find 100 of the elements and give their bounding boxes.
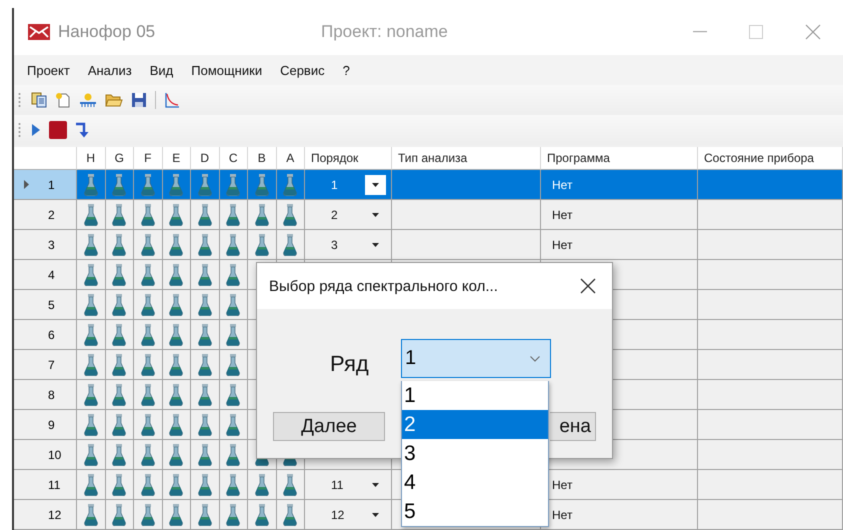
flask-icon bbox=[112, 174, 126, 196]
flask-icon bbox=[140, 384, 155, 406]
row-label: Ряд bbox=[330, 351, 369, 377]
flask-icon bbox=[84, 474, 98, 496]
caret-icon[interactable] bbox=[372, 512, 379, 516]
column-header[interactable]: B bbox=[248, 147, 276, 170]
flask-icon bbox=[283, 204, 298, 226]
order-select[interactable]: 11 bbox=[305, 470, 392, 500]
flask-icon bbox=[112, 474, 126, 496]
chart-curve-icon[interactable] bbox=[164, 92, 180, 108]
caret-icon[interactable] bbox=[372, 212, 379, 216]
flask-icon bbox=[112, 414, 126, 436]
flask-icon bbox=[226, 504, 240, 526]
flask-icon bbox=[84, 354, 98, 376]
dropdown-option[interactable]: 3 bbox=[402, 439, 548, 468]
table-cell: Нет bbox=[541, 230, 698, 260]
sun-rack-icon[interactable] bbox=[79, 92, 97, 108]
menu-item[interactable]: Вид bbox=[140, 60, 182, 80]
flask-icon bbox=[112, 294, 126, 316]
column-header[interactable]: A bbox=[276, 147, 305, 170]
flask-icon bbox=[226, 234, 240, 256]
flask-icon bbox=[140, 294, 155, 316]
column-header[interactable]: E bbox=[162, 147, 191, 170]
column-header[interactable]: Программа bbox=[541, 147, 698, 170]
order-select[interactable]: 1 bbox=[305, 170, 392, 200]
table-cell: Нет bbox=[541, 200, 698, 230]
row-number: 1 bbox=[48, 178, 55, 192]
column-header[interactable]: Порядок bbox=[305, 147, 392, 170]
new-document-icon[interactable] bbox=[55, 92, 71, 108]
menu-item[interactable]: Сервис bbox=[271, 60, 334, 80]
flask-icon bbox=[84, 264, 98, 286]
flask-icon bbox=[84, 234, 98, 256]
flask-icon bbox=[140, 234, 155, 256]
flask-icon bbox=[140, 444, 155, 466]
column-header[interactable]: F bbox=[134, 147, 162, 170]
flask-icon bbox=[112, 504, 126, 526]
next-button[interactable]: Далее bbox=[273, 412, 385, 441]
flask-icon bbox=[198, 324, 212, 346]
menu-item[interactable]: ? bbox=[334, 60, 359, 80]
row-header[interactable]: 1 bbox=[14, 170, 77, 200]
flask-icon bbox=[198, 474, 212, 496]
logo-icon bbox=[28, 24, 50, 40]
menu-item[interactable]: Анализ bbox=[78, 60, 141, 80]
play-icon[interactable] bbox=[31, 123, 41, 137]
flask-icon bbox=[112, 354, 126, 376]
flask-icon bbox=[140, 174, 155, 196]
column-header[interactable]: Тип анализа bbox=[392, 147, 541, 170]
flask-icon bbox=[169, 234, 184, 256]
flask-icon bbox=[84, 384, 98, 406]
close-icon[interactable] bbox=[580, 278, 596, 294]
menu-item[interactable]: Проект bbox=[18, 60, 79, 80]
column-header[interactable]: D bbox=[191, 147, 220, 170]
table-cell: Нет bbox=[541, 170, 698, 200]
flask-icon bbox=[254, 174, 269, 196]
order-select[interactable]: 12 bbox=[305, 500, 392, 530]
cancel-button[interactable]: ена bbox=[550, 412, 596, 441]
flask-icon bbox=[198, 294, 212, 316]
flask-icon bbox=[169, 354, 184, 376]
flask-icon bbox=[112, 324, 126, 346]
flask-icon bbox=[254, 234, 269, 256]
flask-icon bbox=[226, 444, 240, 466]
flask-icon bbox=[112, 204, 126, 226]
order-select[interactable]: 3 bbox=[305, 230, 392, 260]
flask-icon bbox=[226, 414, 240, 436]
caret-icon[interactable] bbox=[372, 182, 379, 186]
flask-icon bbox=[226, 384, 240, 406]
column-header[interactable]: C bbox=[220, 147, 248, 170]
flask-icon bbox=[226, 354, 240, 376]
dropdown-option[interactable]: 2 bbox=[402, 410, 548, 439]
flask-icon bbox=[283, 174, 298, 196]
menu-item[interactable]: Помощники bbox=[182, 60, 272, 80]
column-header[interactable]: G bbox=[106, 147, 134, 170]
folder-open-icon[interactable] bbox=[105, 92, 123, 108]
row-number: 2 bbox=[48, 208, 55, 222]
chevron-icon[interactable] bbox=[530, 356, 540, 362]
dropdown-option[interactable]: 1 bbox=[402, 381, 548, 410]
flask-icon bbox=[283, 234, 298, 256]
order-select[interactable]: 2 bbox=[305, 200, 392, 230]
project-name: Проект: noname bbox=[321, 22, 449, 42]
row-select[interactable]: 1 bbox=[401, 339, 551, 378]
row-number: 10 bbox=[48, 448, 62, 462]
save-icon[interactable] bbox=[131, 92, 147, 108]
flask-icon bbox=[254, 474, 269, 496]
flask-icon bbox=[226, 294, 240, 316]
column-header[interactable]: H bbox=[77, 147, 106, 170]
flask-icon bbox=[198, 204, 212, 226]
toolbar-grip-icon bbox=[18, 92, 21, 108]
step-arrow-icon[interactable] bbox=[75, 122, 89, 138]
flask-icon bbox=[169, 294, 184, 316]
copy-document-icon[interactable] bbox=[31, 92, 47, 108]
row-number: 9 bbox=[48, 418, 55, 432]
flask-icon bbox=[198, 444, 212, 466]
flask-icon bbox=[169, 324, 184, 346]
caret-icon[interactable] bbox=[372, 242, 379, 246]
flask-icon bbox=[198, 264, 212, 286]
column-header[interactable]: Состояние прибора bbox=[698, 147, 843, 170]
flask-icon bbox=[169, 504, 184, 526]
flask-icon bbox=[198, 354, 212, 376]
dialog-title: Выбор ряда спектрального кол... bbox=[269, 278, 498, 294]
caret-icon[interactable] bbox=[372, 482, 379, 486]
